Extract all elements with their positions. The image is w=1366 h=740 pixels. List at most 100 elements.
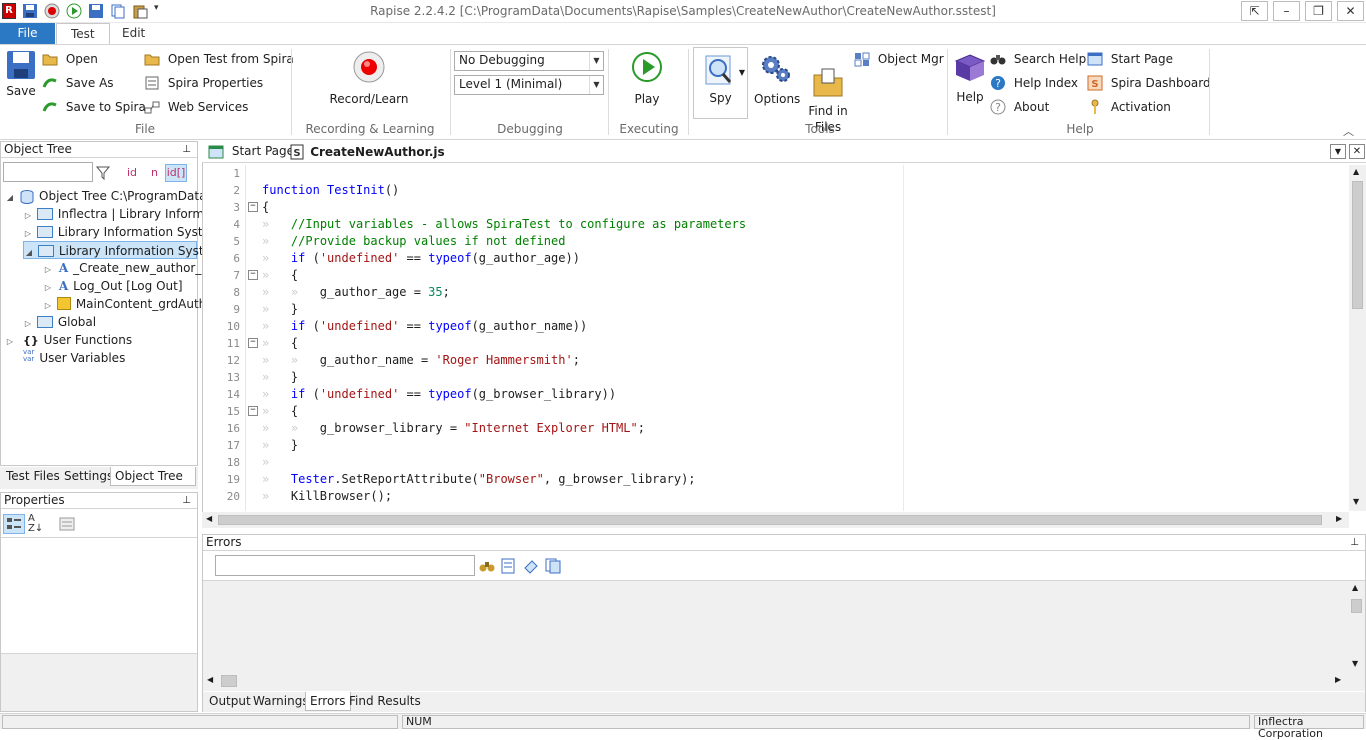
window-object-icon: [36, 208, 53, 220]
tree-item[interactable]: ▷ A _Create_new_author_: [43, 259, 201, 277]
alphabetical-sort-icon[interactable]: A Z↓: [28, 514, 48, 534]
line-number: 7: [233, 269, 240, 282]
save-button[interactable]: Save: [4, 49, 38, 98]
tab-errors[interactable]: Errors: [305, 692, 351, 711]
help-button[interactable]: Help: [952, 51, 988, 104]
tree-item[interactable]: ▷{} User Functions: [5, 331, 132, 349]
categorized-view-button[interactable]: [3, 514, 25, 534]
tab-object-tree[interactable]: Object Tree: [110, 467, 196, 486]
tab-test[interactable]: Test: [56, 23, 110, 44]
help-index-button[interactable]: ? Help Index: [990, 75, 1078, 91]
pin-icon[interactable]: ⊥: [182, 493, 191, 508]
fold-collapse-icon[interactable]: −: [248, 202, 258, 212]
object-mgr-button[interactable]: Object Mgr: [854, 51, 944, 67]
object-tree-search-input[interactable]: [3, 162, 93, 182]
executing-group-label: Executing: [619, 122, 679, 136]
log-level-select[interactable]: Level 1 (Minimal) ▼: [454, 75, 604, 95]
pin-icon[interactable]: ⊥: [1350, 535, 1359, 550]
web-services-button[interactable]: Web Services: [144, 99, 248, 115]
collapse-ribbon-icon[interactable]: ︿: [1343, 123, 1354, 139]
spira-properties-button[interactable]: Spira Properties: [144, 75, 263, 91]
scrollbar-thumb[interactable]: [218, 515, 1322, 525]
tab-createnewauthor-js[interactable]: S CreateNewAuthor.js: [290, 144, 445, 160]
id-filter-button[interactable]: id: [127, 166, 137, 179]
scroll-right-icon[interactable]: ▶: [1335, 675, 1341, 684]
open-button[interactable]: Open: [42, 51, 98, 67]
tab-settings[interactable]: Settings: [60, 467, 117, 486]
tabs-dropdown-icon[interactable]: ▼: [1330, 144, 1346, 159]
activation-button[interactable]: Activation: [1087, 99, 1171, 115]
scrollbar-thumb[interactable]: [1351, 599, 1362, 613]
tab-edit[interactable]: Edit: [108, 23, 159, 44]
tab-test-files[interactable]: Test Files: [2, 467, 64, 486]
open-label: Open: [65, 51, 98, 66]
recording-group-label: Recording & Learning: [305, 122, 435, 136]
code-area[interactable]: 1 2 function TestInit() 3−{ 4» //Input va…: [214, 165, 1348, 511]
record-learn-button[interactable]: Record/Learn: [320, 51, 418, 106]
scrollbar-thumb[interactable]: [1352, 181, 1363, 309]
pin-icon[interactable]: ⊥: [182, 142, 191, 157]
collapse-arrow-icon[interactable]: ◢: [5, 189, 15, 207]
options-button[interactable]: Options: [754, 51, 800, 106]
save-as-button[interactable]: Save As: [42, 75, 114, 91]
editor-vertical-scrollbar[interactable]: ▲ ▼: [1349, 165, 1366, 511]
tab-warnings[interactable]: Warnings: [249, 692, 313, 711]
code-line: 9 » }: [214, 301, 1314, 318]
clear-icon[interactable]: [523, 558, 539, 574]
scroll-left-icon[interactable]: ◀: [206, 514, 212, 523]
copy-document-icon[interactable]: [545, 558, 561, 574]
scroll-up-icon[interactable]: ▲: [1353, 167, 1359, 176]
document-icon[interactable]: [501, 558, 515, 574]
tree-item-label: Library Information Syste: [57, 225, 210, 239]
tree-item[interactable]: ▷ MainContent_grdAuth: [43, 295, 206, 313]
errors-vertical-scrollbar[interactable]: ▲ ▼: [1348, 581, 1365, 673]
tree-item[interactable]: ▷ Library Information Syste: [23, 223, 210, 241]
close-tab-icon[interactable]: ✕: [1349, 144, 1365, 159]
name-filter-button[interactable]: n: [151, 166, 158, 179]
binoculars-icon[interactable]: [479, 558, 495, 574]
debug-mode-select[interactable]: No Debugging ▼: [454, 51, 604, 71]
spy-dropdown-icon[interactable]: ▼: [739, 68, 745, 77]
editor-horizontal-scrollbar[interactable]: ◀ ▶: [202, 512, 1349, 528]
tab-output[interactable]: Output: [205, 692, 255, 711]
spy-button[interactable]: ▼ Spy: [693, 47, 748, 119]
tree-item[interactable]: ▷ A Log_Out [Log Out]: [43, 277, 183, 295]
tree-item-selected[interactable]: ◢ Library Information Syste: [23, 241, 211, 262]
tab-find-results[interactable]: Find Results: [345, 692, 425, 711]
tab-start-page[interactable]: Start Page: [208, 144, 294, 159]
scroll-left-icon[interactable]: ◀: [207, 675, 213, 684]
fold-collapse-icon[interactable]: −: [248, 338, 258, 348]
search-help-button[interactable]: Search Help: [990, 51, 1086, 67]
fold-collapse-icon[interactable]: −: [248, 406, 258, 416]
errors-horizontal-scrollbar[interactable]: ◀ ▶: [203, 673, 1348, 689]
save-to-spira-button[interactable]: Save to Spira: [42, 99, 146, 115]
tree-item[interactable]: var var User Variables: [5, 349, 125, 367]
find-in-files-button[interactable]: Find in Files: [806, 51, 850, 151]
property-pages-icon[interactable]: [59, 517, 75, 531]
minimize-button[interactable]: –: [1273, 1, 1300, 21]
code-line: 3−{: [214, 199, 1314, 216]
errors-filter-input[interactable]: [215, 555, 475, 576]
close-button[interactable]: ✕: [1337, 1, 1364, 21]
output-tabs: Output Warnings Errors Find Results: [203, 692, 1365, 712]
collapse-arrow-icon[interactable]: ◢: [24, 244, 34, 262]
scroll-down-icon[interactable]: ▼: [1353, 497, 1359, 506]
scroll-down-icon[interactable]: ▼: [1352, 659, 1358, 668]
tree-item[interactable]: ▷ Inflectra | Library Informati: [23, 205, 220, 223]
tab-file[interactable]: File: [0, 23, 55, 44]
scroll-up-icon[interactable]: ▲: [1352, 583, 1358, 592]
spira-dashboard-button[interactable]: S Spira Dashboard: [1087, 75, 1211, 91]
start-page-button[interactable]: Start Page: [1087, 51, 1173, 67]
filter-icon[interactable]: [96, 166, 110, 180]
restore-down-icon[interactable]: ⇱: [1241, 1, 1268, 21]
play-button[interactable]: Play: [628, 51, 666, 106]
maximize-button[interactable]: ❐: [1305, 1, 1332, 21]
id-array-filter-button[interactable]: id[]: [165, 164, 187, 182]
scrollbar-thumb[interactable]: [221, 675, 237, 687]
open-test-from-spira-button[interactable]: Open Test from Spira: [144, 51, 294, 67]
tree-item[interactable]: ▷ Global: [23, 313, 96, 331]
fold-collapse-icon[interactable]: −: [248, 270, 258, 280]
about-button[interactable]: ? About: [990, 99, 1049, 115]
scroll-right-icon[interactable]: ▶: [1336, 514, 1342, 523]
tree-item-root[interactable]: ◢ Object Tree C:\ProgramData\: [5, 187, 211, 205]
